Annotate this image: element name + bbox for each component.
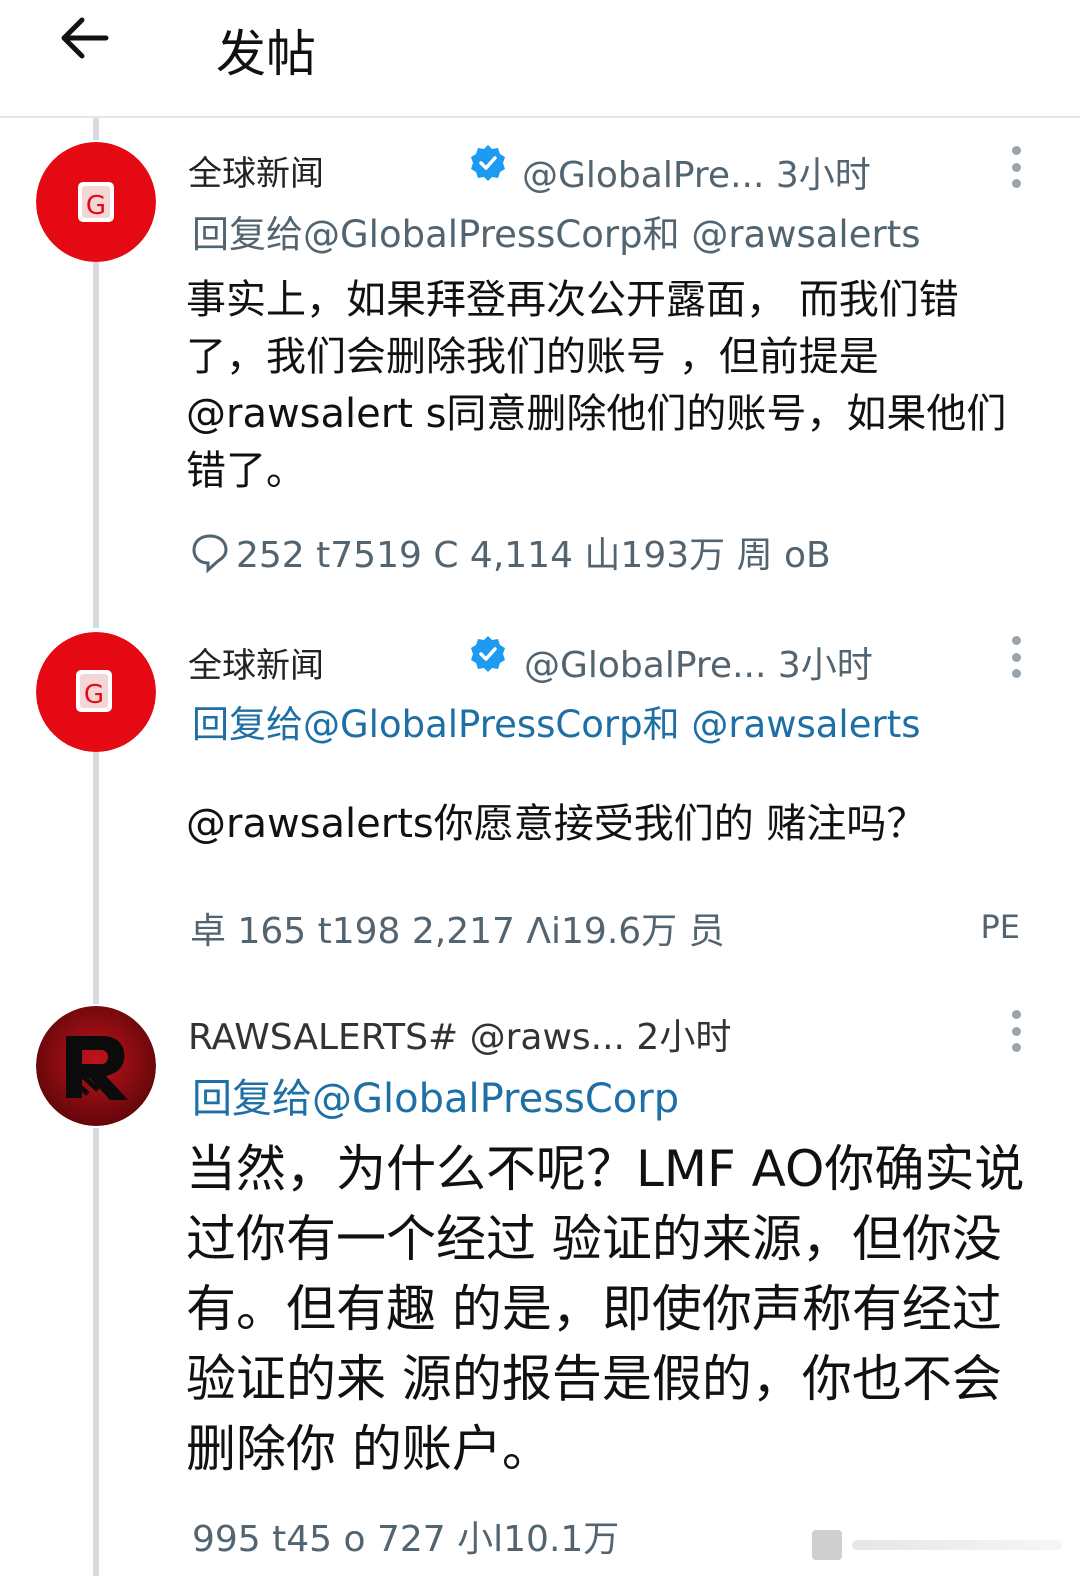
replying-to-label: 回复给 [192,703,303,746]
dot-icon [1012,1026,1021,1036]
replying-to-label: 回复给 [192,213,303,256]
watermark-square [812,1530,842,1560]
handle-and-time[interactable]: @GlobalPre... 3小时 [522,146,871,198]
replying-to-links[interactable]: @GlobalPressCorp [312,1076,679,1122]
stats-suffix: PE [980,908,1020,946]
replying-to: 回复给@GlobalPressCorp [192,1066,679,1124]
thread-line [93,1128,99,1576]
display-name[interactable]: 全球新闻 [188,638,324,687]
tweet-actions: 995 t45 o 727 小l10.1万 [192,1510,619,1562]
avatar[interactable]: G [36,632,156,752]
app-header: 发帖 [0,0,1080,118]
handle-and-time[interactable]: @GlobalPre... 3小时 [524,636,873,688]
watermark-bar [812,1526,1062,1564]
replying-to-label: 回复给 [192,1076,312,1122]
tweet-stats[interactable]: 995 t45 o 727 小l10.1万 [192,1510,619,1562]
watermark-stripe [852,1540,1062,1550]
replying-to-links[interactable]: @GlobalPressCorp和 @rawsalerts [303,213,920,256]
avatar[interactable] [36,1006,156,1126]
rawsalerts-logo [36,1006,156,1126]
replying-to-links[interactable]: @GlobalPressCorp和 @rawsalerts [303,703,920,746]
back-button[interactable] [54,10,114,66]
tweet-stats[interactable]: 252 t7519 C 4,114 山193万 周 oB [236,526,831,578]
reply-icon[interactable] [188,530,232,574]
dot-icon [1012,652,1021,662]
globalpress-logo: G [36,142,156,262]
arrow-left-icon [61,17,109,59]
replying-to: 回复给@GlobalPressCorp和 @rawsalerts [192,204,920,258]
svg-text:G: G [86,191,106,221]
dot-icon [1012,1043,1021,1052]
display-name[interactable]: 全球新闻 [188,146,324,195]
verified-badge-icon [471,145,505,181]
thread-line [93,262,99,628]
dot-icon [1012,1010,1021,1019]
display-name-handle-time[interactable]: RAWSALERTS# @raws... 2小时 [188,1008,731,1060]
verified-badge-icon [471,636,505,672]
more-options-button[interactable] [1012,636,1024,678]
dot-icon [1012,636,1021,645]
tweet-text: 当然，为什么不呢？LMF AO你确实说过你有一个经过 验证的来源，但你没有。但有… [186,1140,1025,1478]
replying-to: 回复给@GlobalPressCorp和 @rawsalerts [192,694,920,748]
more-options-button[interactable] [1012,1010,1024,1052]
tweet-text: @rawsalerts你愿意接受我们的 赌注吗？ [186,801,927,847]
globalpress-logo: G [36,632,156,752]
thread-line [93,118,99,140]
dot-icon [1012,162,1021,172]
tweet-actions: 卓 165 t198 2,217 Λi19.6万 员 [190,902,725,954]
thread-line [93,752,99,1004]
tweet-actions: 252 t7519 C 4,114 山193万 周 oB [188,526,831,578]
more-options-button[interactable] [1012,146,1024,188]
dot-icon [1012,146,1021,155]
avatar[interactable]: G [36,142,156,262]
svg-text:G: G [84,680,104,710]
dot-icon [1012,179,1021,188]
tweet-stats[interactable]: 卓 165 t198 2,217 Λi19.6万 员 [190,902,725,954]
dot-icon [1012,669,1021,678]
page-title: 发帖 [216,25,316,83]
tweet-text: 事实上，如果拜登再次公开露面， 而我们错了，我们会删除我们的账号 ，但前提是@r… [186,277,1007,494]
